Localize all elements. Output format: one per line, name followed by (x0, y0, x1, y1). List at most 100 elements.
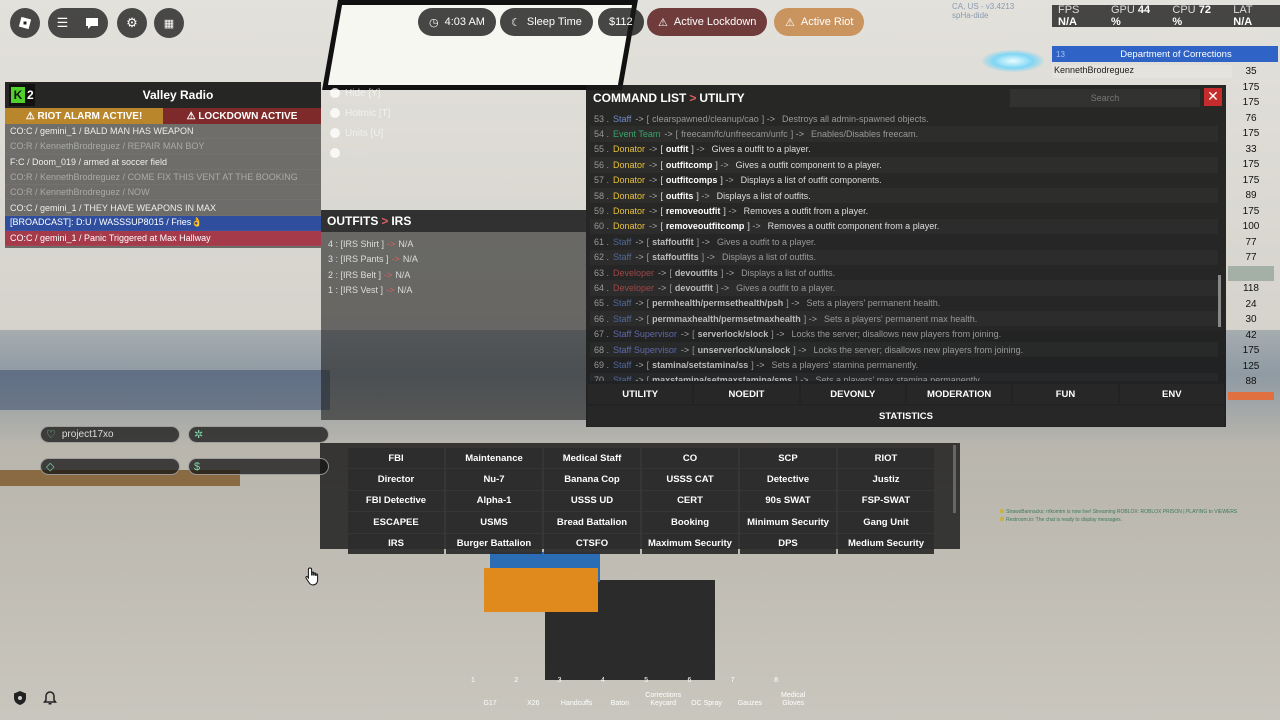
command-row[interactable]: 54 . Event Team ->[freecam/fc/unfreecam/un… (590, 126, 1218, 141)
server-tag: CA, US - v3.4213 spHa-dide (952, 2, 1014, 20)
menu-chat-group[interactable]: ☰ (48, 8, 108, 38)
hotbar-slot-medical-gloves[interactable]: 8 Medical Gloves (773, 676, 813, 714)
team-button-escapee[interactable]: ESCAPEE (348, 512, 444, 533)
radio-message: CO:R / KennethBrodreguez / REPAIR MAN BO… (5, 139, 321, 155)
tab-statistics[interactable]: STATISTICS (588, 406, 1224, 426)
command-row[interactable]: 70 . Staff ->[maxstamina/setmaxstamina/sms… (590, 373, 1218, 381)
command-row[interactable]: 57 . Donator ->[outfitcomps] -> Displays a … (590, 173, 1218, 188)
bell-icon[interactable] (42, 690, 58, 706)
team-button-director[interactable]: Director (348, 469, 444, 490)
command-search-input[interactable]: Search (1010, 89, 1200, 107)
hotbar-slot-baton[interactable]: 4 Baton (600, 676, 640, 714)
toggle-dot-icon (330, 148, 340, 158)
money-bar: $ (188, 458, 329, 475)
team-scrollbar[interactable] (953, 445, 956, 513)
department-value: 77 (1245, 252, 1257, 264)
team-button-fbi-detective[interactable]: FBI Detective (348, 490, 444, 512)
hotbar-slot-oc-spray[interactable]: 6 OC Spray (687, 676, 727, 714)
tab-fun[interactable]: FUN (1013, 384, 1118, 404)
tab-moderation[interactable]: MODERATION (906, 384, 1012, 404)
chat-icon[interactable] (85, 16, 99, 30)
department-value: 118 (1243, 283, 1259, 295)
team-button-cert[interactable]: CERT (642, 490, 738, 512)
team-button-minimum-security[interactable]: Minimum Security (740, 512, 836, 533)
side-menu-hotmic[interactable]: Hotmic [T] (330, 103, 391, 123)
command-row[interactable]: 58 . Donator ->[outfits] -> Displays a list… (590, 188, 1218, 203)
team-button-fbi[interactable]: FBI (348, 448, 444, 469)
roblox-menu-button[interactable] (10, 8, 40, 38)
outfit-row[interactable]: 3 : [IRS Pants ] -> N/A (321, 252, 586, 268)
team-button-nu-7[interactable]: Nu-7 (446, 469, 542, 490)
department-value: 175 (1242, 159, 1260, 171)
team-button-ctsfo[interactable]: CTSFO (544, 533, 640, 554)
hotbar-slot-gauzes[interactable]: 7 Gauzes (730, 676, 770, 714)
team-button-usms[interactable]: USMS (446, 512, 542, 533)
team-button-gang-unit[interactable]: Gang Unit (838, 512, 934, 533)
command-row[interactable]: 67 . Staff Supervisor ->[serverlock/slock]… (590, 326, 1218, 341)
outfit-row[interactable]: 1 : [IRS Vest ] -> N/A (321, 283, 586, 299)
team-button-banana-cop[interactable]: Banana Cop (544, 469, 640, 490)
team-button-burger-battalion[interactable]: Burger Battalion (446, 533, 542, 554)
shield-icon[interactable] (12, 690, 28, 706)
toggle-dot-icon (330, 108, 340, 118)
team-button-90s-swat[interactable]: 90s SWAT (740, 490, 836, 512)
hotbar-slot-x26[interactable]: 2 X26 (513, 676, 553, 714)
team-button-usss-ud[interactable]: USSS UD (544, 490, 640, 512)
command-row[interactable]: 69 . Staff ->[stamina/setstamina/ss] -> Set… (590, 357, 1218, 372)
command-list-scrollbar[interactable] (1218, 275, 1221, 327)
radio-message: [BROADCAST]: D:U / WASSSUP8015 / Fries👌 (5, 215, 321, 232)
command-row[interactable]: 53 . Staff ->[clearspawned/cleanup/cao] ->… (590, 111, 1218, 126)
close-icon[interactable]: ✕ (1204, 88, 1222, 106)
team-button-usss-cat[interactable]: USSS CAT (642, 469, 738, 490)
command-row[interactable]: 68 . Staff Supervisor ->[unserverlock/unsl… (590, 342, 1218, 357)
team-button-medical-staff[interactable]: Medical Staff (544, 448, 640, 469)
team-button-fsp-swat[interactable]: FSP-SWAT (838, 490, 934, 512)
team-button-justiz[interactable]: Justiz (838, 469, 934, 490)
tab-utility[interactable]: UTILITY (588, 384, 693, 404)
perf-stats: FPS N/A GPU 44 % CPU 72 % LAT N/A (1052, 4, 1280, 28)
command-row[interactable]: 61 . Staff ->[staffoutfit] -> Gives a outfi… (590, 234, 1218, 249)
team-button-detective[interactable]: Detective (740, 469, 836, 490)
command-row[interactable]: 64 . Developer ->[devoutfit] -> Gives a out… (590, 280, 1218, 295)
tab-devonly[interactable]: DEVONLY (800, 384, 905, 404)
command-row[interactable]: 66 . Staff ->[permmaxhealth/permsetmaxheal… (590, 311, 1218, 326)
command-row[interactable]: 56 . Donator ->[outfitcomp] -> Gives a outf… (590, 157, 1218, 172)
department-header[interactable]: 13 Department of Corrections (1052, 46, 1278, 62)
command-row[interactable]: 62 . Staff ->[staffoutfits] -> Displays a l… (590, 250, 1218, 265)
tab-noedit[interactable]: NOEDIT (694, 384, 799, 404)
command-row[interactable]: 55 . Donator ->[outfit] -> Gives a outfit t… (590, 142, 1218, 157)
team-button-co[interactable]: CO (642, 448, 738, 469)
team-button-riot[interactable]: RIOT (838, 448, 934, 469)
hotbar-slot-corrections-keycard[interactable]: 5 Corrections Keycard (643, 676, 683, 714)
department-value: 175 (1242, 174, 1260, 186)
team-button-maintenance[interactable]: Maintenance (446, 448, 542, 469)
team-button-medium-security[interactable]: Medium Security (838, 533, 934, 554)
side-menu-hide[interactable]: Hide [Y] (330, 83, 391, 103)
side-menu-panic[interactable]: Panic (330, 143, 391, 163)
command-row[interactable]: 59 . Donator ->[removeoutfit] -> Removes a … (590, 203, 1218, 218)
team-button-alpha-1[interactable]: Alpha-1 (446, 490, 542, 512)
outfit-row[interactable]: 4 : [IRS Shirt ] -> N/A (321, 236, 586, 252)
team-button-booking[interactable]: Booking (642, 512, 738, 533)
outfit-row[interactable]: 2 : [IRS Belt ] -> N/A (321, 267, 586, 283)
team-button-bread-battalion[interactable]: Bread Battalion (544, 512, 640, 533)
hotbar-slot-handcuffs[interactable]: 3 Handcuffs (557, 676, 597, 714)
command-row[interactable]: 60 . Donator ->[removeoutfitcomp] -> Remove… (590, 219, 1218, 234)
command-row[interactable]: 63 . Developer ->[devoutfits] -> Displays a… (590, 265, 1218, 280)
team-button-maximum-security[interactable]: Maximum Security (642, 533, 738, 554)
team-button-irs[interactable]: IRS (348, 533, 444, 554)
hotbar-slot-g17[interactable]: 1 G17 (470, 676, 510, 714)
server-region: CA, US - v3.4213 (952, 2, 1015, 11)
team-button-dps[interactable]: DPS (740, 533, 836, 554)
side-menu-units[interactable]: Units [U] (330, 123, 391, 143)
settings-button[interactable]: ⚙ (117, 8, 147, 38)
team-button-scp[interactable]: SCP (740, 448, 836, 469)
apps-button[interactable]: ▦ (154, 8, 184, 38)
radio-channel-badge[interactable]: K 2 (9, 84, 35, 106)
outfit-list: 4 : [IRS Shirt ] -> N/A 3 : [IRS Pants ] -> N… (321, 236, 586, 298)
department-value: 33 (1245, 143, 1257, 155)
lockdown-pill: ⚠ Active Lockdown (647, 8, 768, 36)
hamburger-icon[interactable]: ☰ (57, 15, 69, 31)
command-row[interactable]: 65 . Staff ->[permhealth/permsethealth/psh… (590, 296, 1218, 311)
tab-env[interactable]: ENV (1119, 384, 1224, 404)
